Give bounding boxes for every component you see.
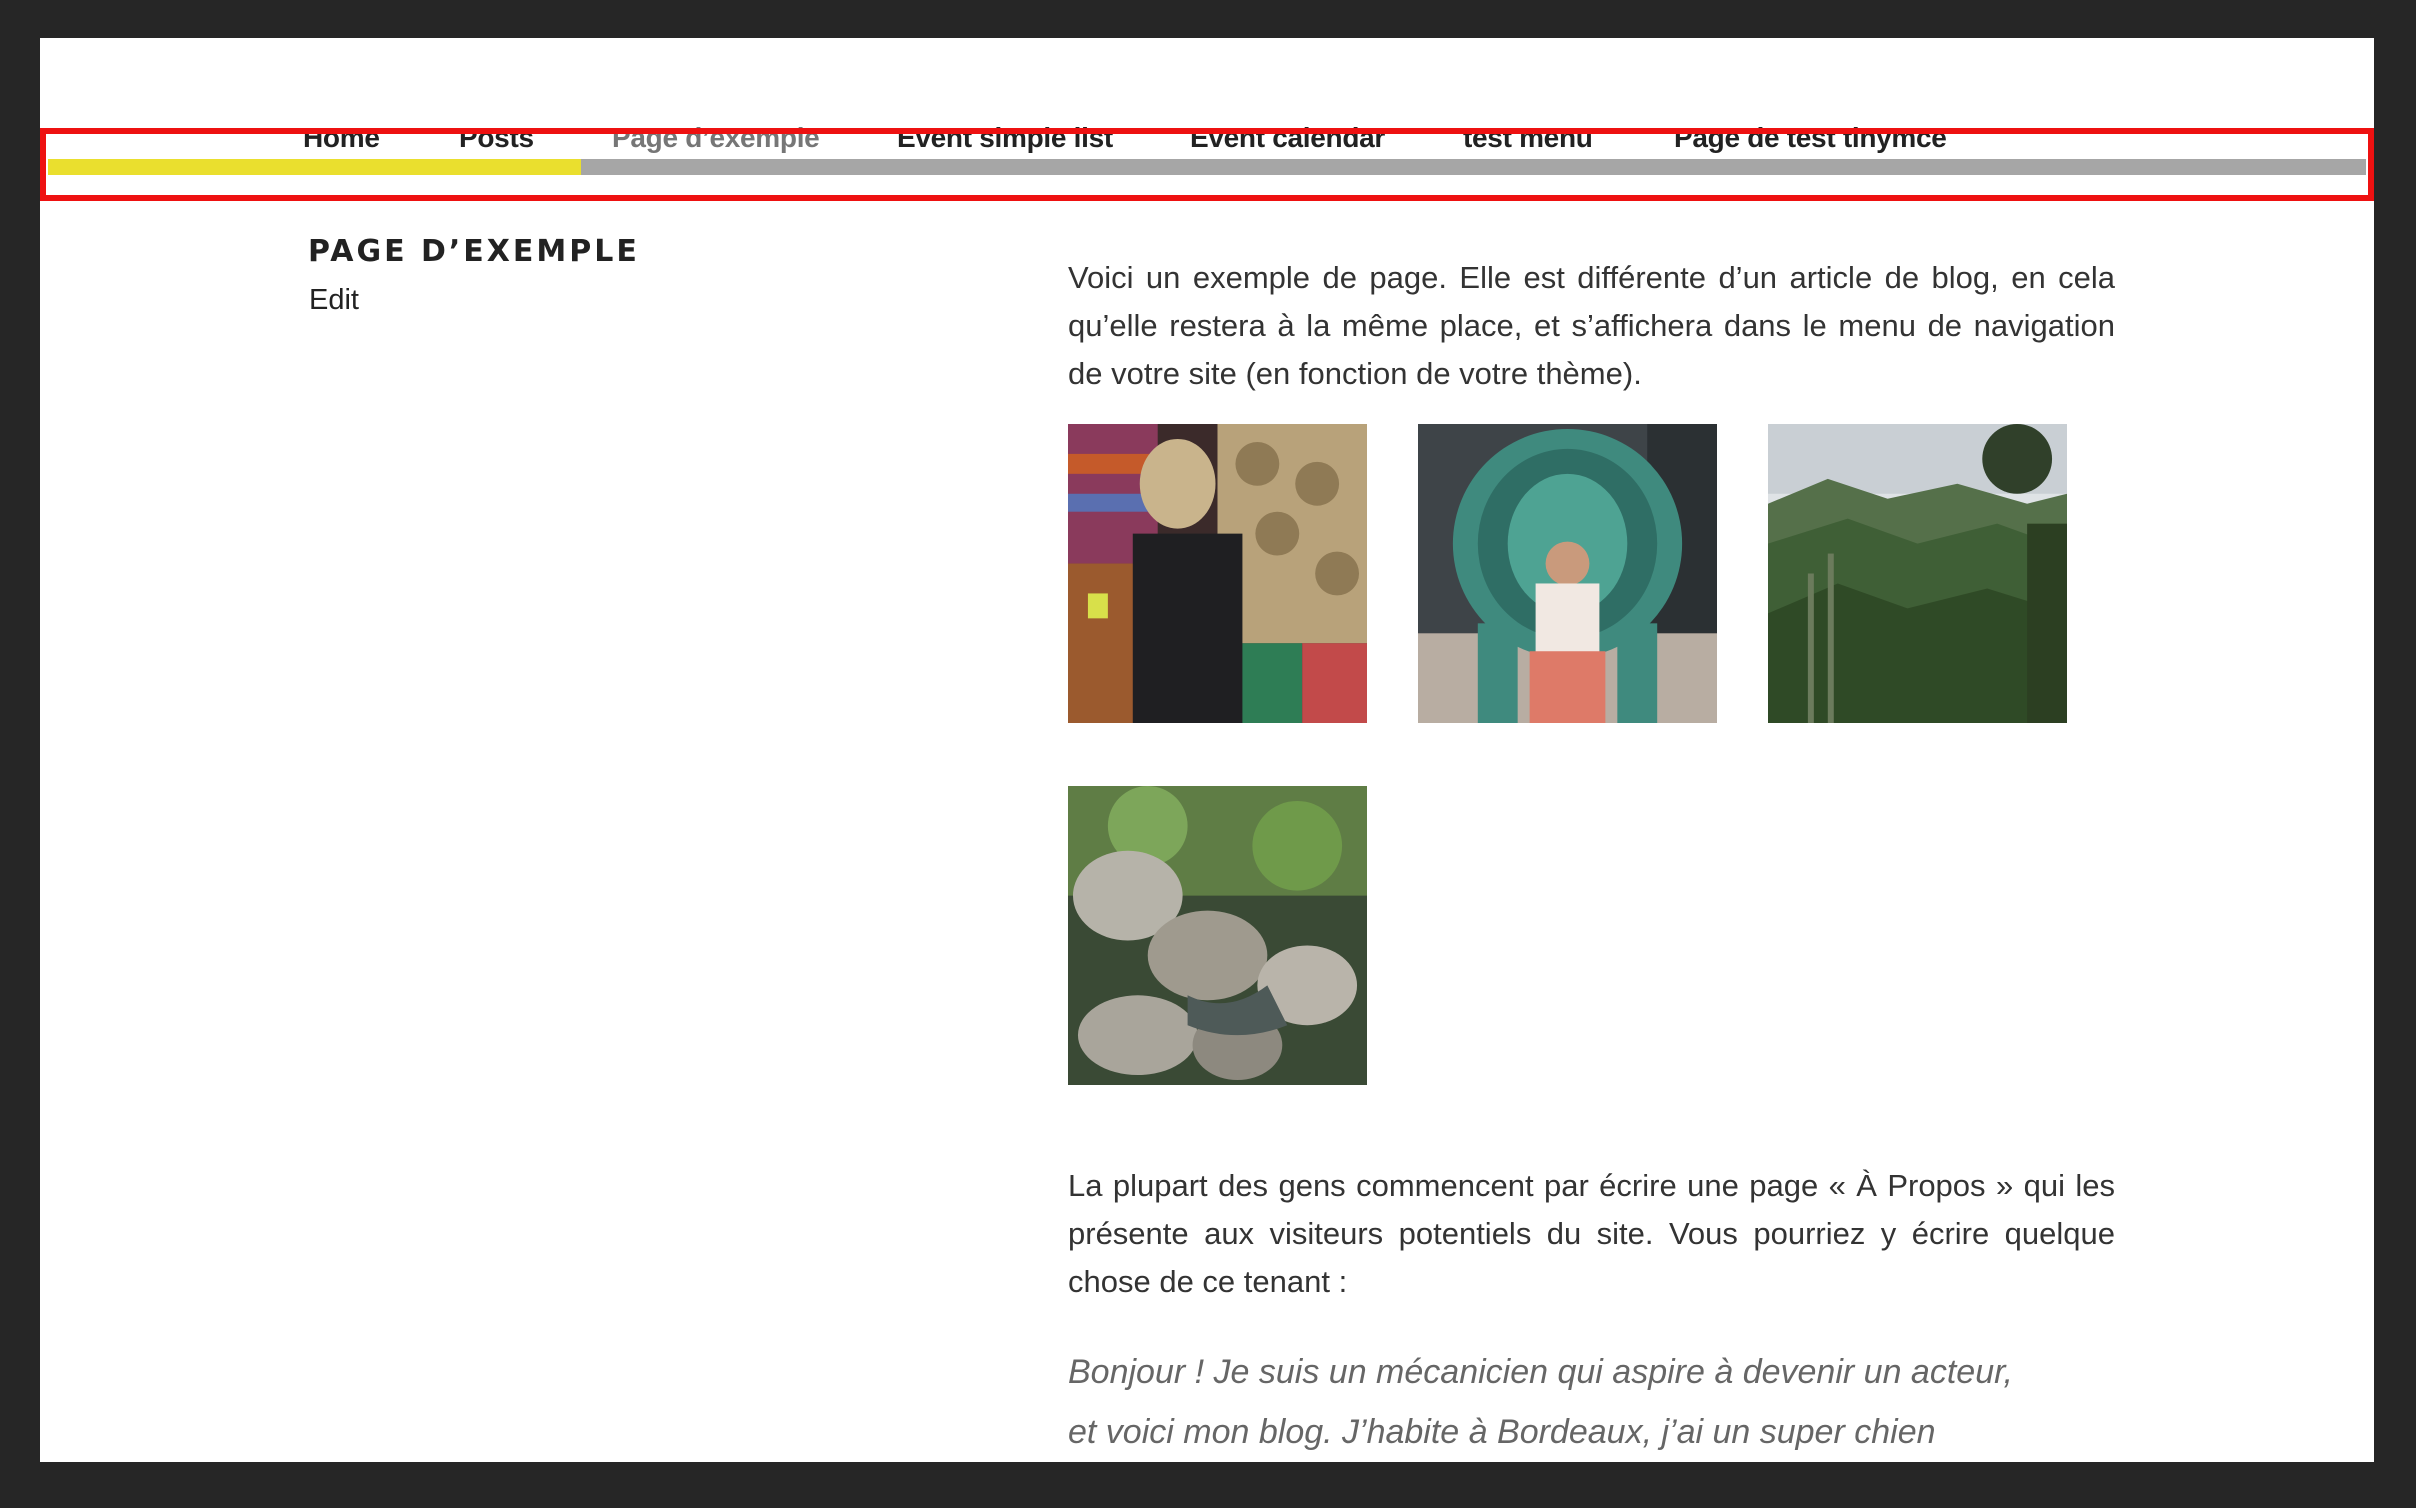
river-rocks-photo-icon [1068,786,1367,1085]
mountain-forest-photo-icon [1768,424,2067,723]
gallery-image-market[interactable] [1068,424,1367,723]
intro-paragraph-wrap: Voici un exemple de page. Elle est diffé… [1068,254,2115,398]
intro-paragraph: Voici un exemple de page. Elle est diffé… [1068,260,2115,391]
about-paragraph-wrap: La plupart des gens commencent par écrir… [1068,1162,2115,1306]
highlight-box [40,128,2374,201]
quote-block: Bonjour ! Je suis un mécanicien qui aspi… [1068,1342,2115,1462]
quote-line-1: Bonjour ! Je suis un mécanicien qui aspi… [1068,1353,2013,1391]
gallery-image-peacock-chair[interactable] [1418,424,1717,723]
gallery-image-river-rocks[interactable] [1068,786,1367,1085]
page-title: PAGE D’EXEMPLE [308,234,640,269]
peacock-chair-photo-icon [1418,424,1717,723]
edit-link[interactable]: Edit [309,284,359,317]
gallery-image-mountain-forest[interactable] [1768,424,2067,723]
page: Home Posts Page d’exemple Event simple l… [40,38,2374,1462]
market-photo-icon [1068,424,1367,723]
about-paragraph: La plupart des gens commencent par écrir… [1068,1168,2115,1299]
quote-line-2: et voici mon blog. J’habite à Bordeaux, … [1068,1413,1936,1451]
